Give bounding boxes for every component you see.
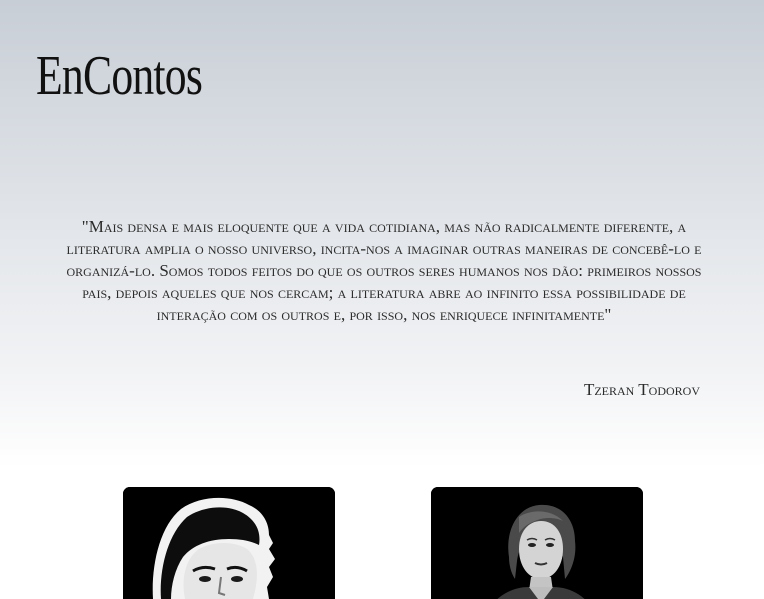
author-portrait-woman bbox=[431, 487, 643, 599]
epigraph-quote: "Mais densa e mais eloquente que a vida … bbox=[66, 217, 702, 324]
site-logo[interactable]: EnContos bbox=[36, 44, 203, 108]
author-portrait-man bbox=[123, 487, 335, 599]
author-card-1[interactable] bbox=[123, 487, 335, 599]
author-card-2[interactable] bbox=[431, 487, 643, 599]
epigraph-author: Tzeran Todorov bbox=[583, 380, 700, 399]
